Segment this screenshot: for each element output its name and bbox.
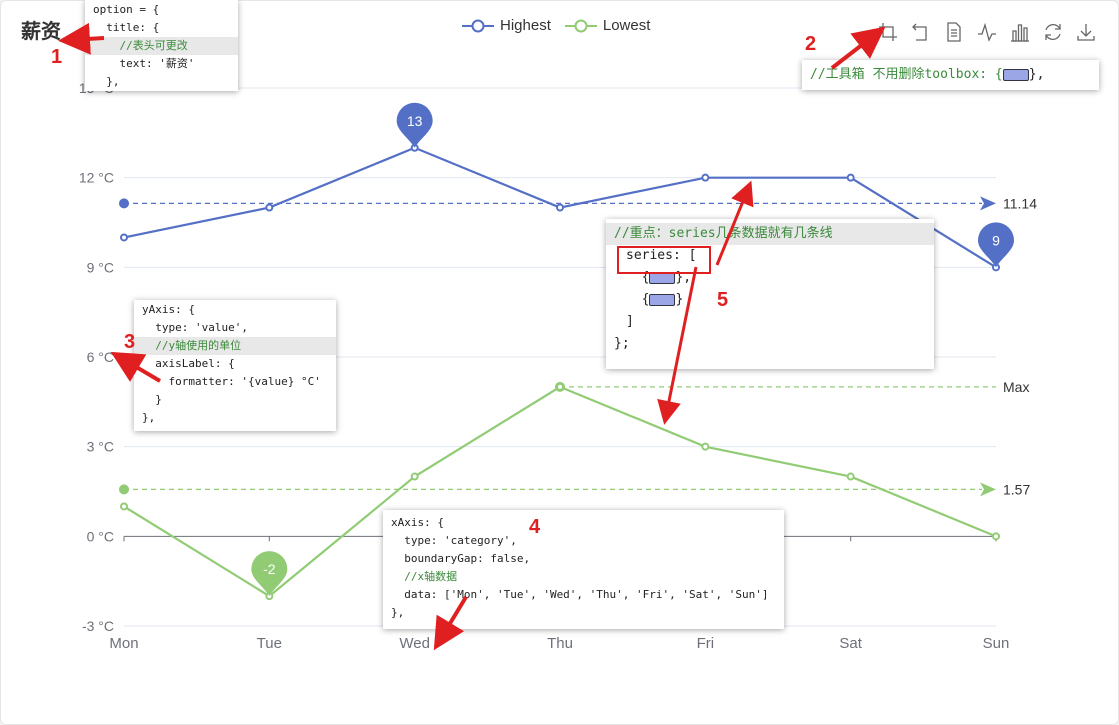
code-line: }, xyxy=(93,75,120,88)
code-line: ] xyxy=(626,314,634,329)
code-snippet-series: //重点：series几条数据就有几条线 series: [ {}, {} ] … xyxy=(606,219,934,369)
refresh-icon[interactable] xyxy=(1041,20,1064,43)
mark-point-label-highest: 13 xyxy=(407,113,423,129)
chart-legend: Highest Lowest xyxy=(462,17,650,34)
x-tick-label: Thu xyxy=(547,635,573,652)
code-snippet-xaxis: xAxis: { type: 'category', boundaryGap: … xyxy=(383,510,784,629)
x-tick-label: Tue xyxy=(257,635,282,652)
x-tick-label: Fri xyxy=(697,635,715,652)
fold-icon[interactable] xyxy=(649,293,676,306)
average-line-arrow-lowest xyxy=(980,482,996,497)
data-point-lowest xyxy=(410,472,419,481)
legend-label-lowest: Lowest xyxy=(602,17,651,34)
line-chart-icon[interactable] xyxy=(975,20,998,43)
mark-point-label-highest: 9 xyxy=(992,232,1000,248)
code-line: yAxis: { xyxy=(142,303,195,316)
data-point-lowest xyxy=(846,472,855,481)
code-line: axisLabel: { xyxy=(142,357,235,370)
data-point-highest xyxy=(701,173,710,182)
y-tick-label: 9 °C xyxy=(87,259,114,275)
y-tick-label: 0 °C xyxy=(87,528,114,544)
annotation-number-1: 1 xyxy=(51,46,63,68)
code-comment: //表头可更改 xyxy=(85,37,238,55)
y-tick-label: -3 °C xyxy=(82,618,114,634)
code-snippet-yaxis: yAxis: { type: 'value', //y轴使用的单位 axisLa… xyxy=(134,300,336,431)
code-line: boundaryGap: false, xyxy=(391,552,531,565)
data-point-highest xyxy=(120,233,128,242)
average-line-label-lowest: 1.57 xyxy=(1003,481,1030,497)
restore-icon[interactable] xyxy=(909,20,932,43)
code-comment: //y轴使用的单位 xyxy=(134,337,336,355)
data-point-highest xyxy=(556,203,564,212)
code-line: xAxis: { xyxy=(391,516,444,529)
x-tick-label: Sun xyxy=(983,635,1010,652)
average-line-label-highest: 11.14 xyxy=(1003,195,1037,211)
code-line: text: '薪资' xyxy=(93,57,195,70)
annotation-number-2: 2 xyxy=(805,33,817,55)
code-comment: //x轴数据 xyxy=(391,570,458,583)
highlight-box-series xyxy=(617,246,711,274)
code-line: formatter: '{value} °C' xyxy=(142,375,321,388)
data-view-icon[interactable] xyxy=(942,20,965,43)
code-toolbox-close: }, xyxy=(1028,67,1045,82)
annotation-number-3: 3 xyxy=(124,331,136,353)
annotation-number-5: 5 xyxy=(717,289,729,311)
code-snippet-toolbox: //工具箱 不用删除toolbox: {}, xyxy=(802,60,1099,90)
data-zoom-icon[interactable] xyxy=(876,20,899,43)
y-tick-label: 12 °C xyxy=(79,170,114,186)
max-line-label-lowest: Max xyxy=(1003,379,1029,395)
mark-point-label-lowest: -2 xyxy=(263,561,276,577)
data-point-highest xyxy=(846,173,855,182)
fold-icon[interactable] xyxy=(1002,68,1029,81)
data-point-highest xyxy=(265,203,274,212)
average-line-arrow-highest xyxy=(980,196,996,211)
code-line-fold: {} xyxy=(606,289,934,311)
average-line-start-lowest xyxy=(119,484,129,495)
data-point-lowest xyxy=(992,532,1000,541)
legend-item-lowest[interactable]: Lowest xyxy=(564,17,651,34)
code-brace: { xyxy=(626,292,650,307)
y-tick-label: 3 °C xyxy=(87,439,114,455)
annotation-number-4: 4 xyxy=(529,516,541,538)
x-tick-label: Mon xyxy=(109,635,138,652)
chart-toolbox xyxy=(876,20,1097,43)
code-line: type: 'value', xyxy=(142,321,248,334)
code-snippet-title: option = { title: { //表头可更改 text: '薪资' }… xyxy=(85,0,238,91)
code-line: data: ['Mon', 'Tue', 'Wed', 'Thu', 'Fri'… xyxy=(391,588,769,601)
code-line: type: 'category', xyxy=(391,534,517,547)
save-image-icon[interactable] xyxy=(1074,20,1097,43)
data-point-lowest xyxy=(701,442,710,451)
legend-line-icon-highest xyxy=(462,19,494,32)
code-line: }, xyxy=(391,606,405,619)
x-tick-label: Sat xyxy=(839,635,862,652)
y-tick-label: 6 °C xyxy=(87,349,114,365)
code-line: }; xyxy=(614,336,630,351)
data-point-lowest xyxy=(556,382,564,391)
code-line: }, xyxy=(142,411,156,424)
code-line: title: { xyxy=(93,21,160,34)
average-line-start-highest xyxy=(119,198,129,209)
code-line: } xyxy=(142,393,162,406)
code-comment: //重点：series几条数据就有几条线 xyxy=(606,223,934,245)
bar-chart-icon[interactable] xyxy=(1008,20,1031,43)
legend-line-icon-lowest xyxy=(564,19,597,32)
chart-title: 薪资 xyxy=(21,21,61,43)
legend-label-highest: Highest xyxy=(500,17,551,34)
code-brace: } xyxy=(675,292,684,307)
code-toolbox-text: //工具箱 不用删除toolbox: { xyxy=(810,67,1003,82)
legend-item-highest[interactable]: Highest xyxy=(462,17,551,34)
data-point-lowest xyxy=(120,502,128,511)
code-comment-toolbox: //工具箱 不用删除toolbox: {}, xyxy=(802,60,1099,90)
x-tick-label: Wed xyxy=(399,635,430,652)
code-line: option = { xyxy=(93,3,160,16)
